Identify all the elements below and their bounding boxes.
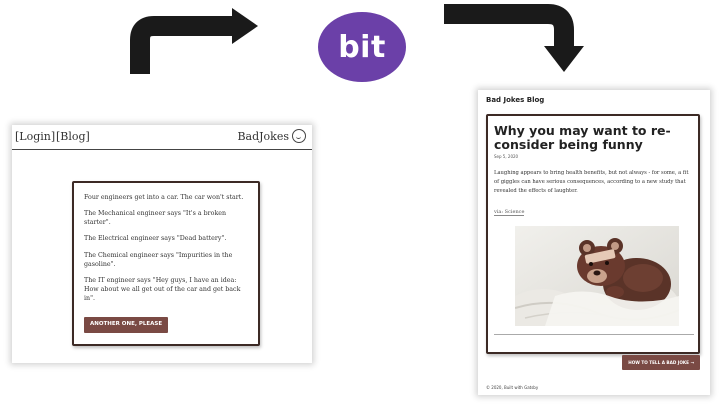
nav-login-link[interactable]: [Login] xyxy=(15,130,55,143)
another-joke-button[interactable]: ANOTHER ONE, PLEASE xyxy=(84,317,169,333)
arrow-up-right-icon xyxy=(130,8,258,74)
smiley-icon xyxy=(292,129,306,143)
joke-card: Four engineers get into a car. The car w… xyxy=(72,181,260,346)
joke-line: The Electrical engineer says "Dead batte… xyxy=(84,235,227,243)
joke-line: The Mechanical engineer says "It's a bro… xyxy=(84,210,227,227)
post-card: Why you may want to re-consider being fu… xyxy=(486,114,700,354)
divider xyxy=(494,334,694,335)
joke-line: The IT engineer says "Hey guys, I have a… xyxy=(84,276,241,302)
post-body: Laughing appears to bring health benefit… xyxy=(494,170,689,195)
brand[interactable]: BadJokes xyxy=(237,129,306,143)
nav-blog-link[interactable]: [Blog] xyxy=(56,130,90,143)
teddy-bear-image xyxy=(515,226,679,326)
post-title: Why you may want to re-consider being fu… xyxy=(494,123,671,152)
source-link[interactable]: via: Science xyxy=(494,209,525,216)
post-date: Sep 5, 2020 xyxy=(494,154,519,159)
blog-title[interactable]: Bad Jokes Blog xyxy=(486,96,544,104)
blog-app-screenshot: Bad Jokes Blog Why you may want to re-co… xyxy=(478,90,710,395)
footer: © 2020, Built with Gatsby xyxy=(486,385,539,390)
brand-name: BadJokes xyxy=(237,129,289,143)
logo-text: bit xyxy=(338,29,386,65)
arrow-right-down-icon xyxy=(444,4,584,72)
joke-line: The Chemical engineer says "Impurities i… xyxy=(84,251,233,268)
teddy-bear-photo xyxy=(515,226,679,326)
bit-logo: bit xyxy=(318,12,406,82)
joke-line: Four engineers get into a car. The car w… xyxy=(84,194,244,201)
top-nav: [Login] [Blog] BadJokes xyxy=(12,125,312,150)
next-post-button[interactable]: HOW TO TELL A BAD JOKE → xyxy=(622,355,700,370)
bad-jokes-app-screenshot: [Login] [Blog] BadJokes Four engineers g… xyxy=(12,125,312,363)
